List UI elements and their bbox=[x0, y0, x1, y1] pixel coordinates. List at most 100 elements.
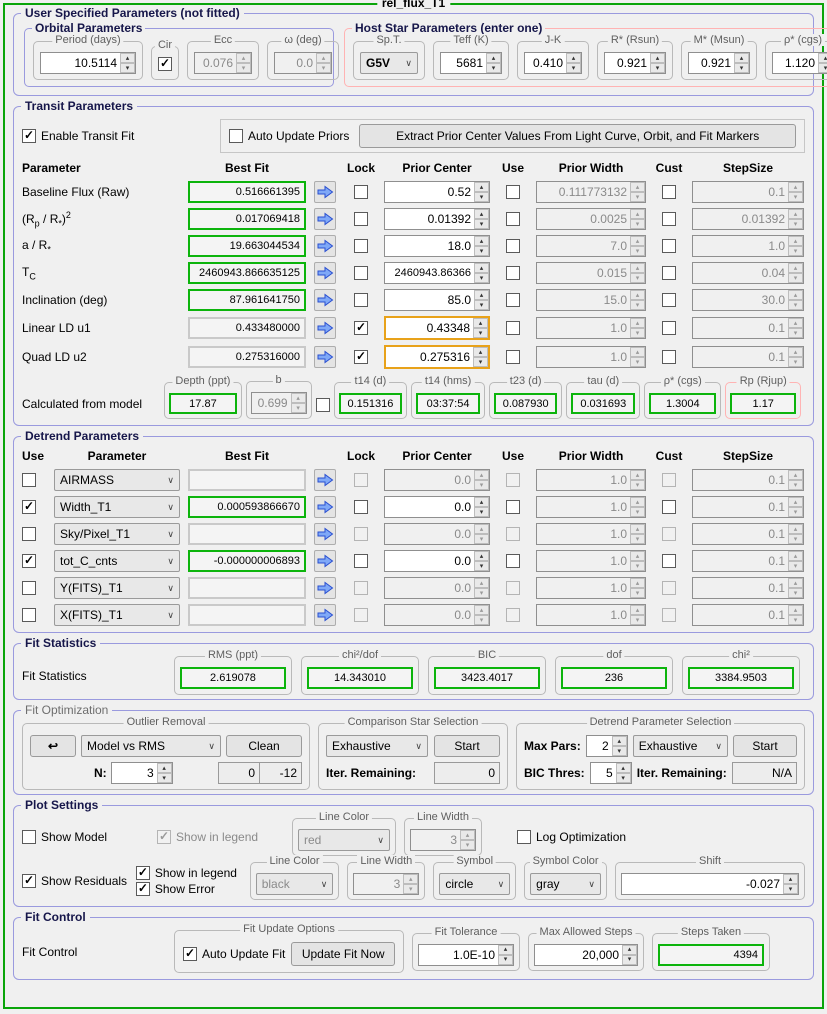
prior-center-spinner[interactable]: ▴▾ bbox=[384, 235, 490, 257]
prior-center-input[interactable] bbox=[385, 236, 474, 256]
lock-checkbox[interactable] bbox=[354, 212, 368, 226]
update-fit-now-button[interactable]: Update Fit Now bbox=[291, 942, 395, 966]
show-model-checkbox[interactable] bbox=[22, 830, 36, 844]
spin-up-icon[interactable]: ▴ bbox=[498, 944, 513, 955]
spin-down-icon[interactable]: ▾ bbox=[498, 954, 513, 965]
spin-up-icon[interactable]: ▴ bbox=[474, 551, 489, 561]
detrend-parameter-dropdown[interactable]: tot_C_cnts ∨ bbox=[54, 550, 180, 572]
spin-up-icon[interactable]: ▴ bbox=[473, 347, 488, 357]
copy-best-fit-to-prior-button[interactable] bbox=[314, 235, 336, 257]
spin-down-icon[interactable]: ▾ bbox=[156, 773, 172, 783]
spin-up-icon[interactable]: ▴ bbox=[486, 53, 501, 63]
extract-prior-center-button[interactable]: Extract Prior Center Values From Light C… bbox=[359, 124, 796, 148]
prior-center-spinner[interactable]: ▴▾ bbox=[384, 345, 490, 369]
prior-center-spinner[interactable]: ▴▾ bbox=[384, 550, 490, 572]
teff-spinner[interactable]: ▴▾ bbox=[440, 52, 502, 74]
comparison-start-button[interactable]: Start bbox=[434, 735, 500, 757]
clean-button[interactable]: Clean bbox=[226, 735, 302, 757]
copy-best-fit-to-prior-button[interactable] bbox=[314, 496, 336, 518]
prior-center-input[interactable] bbox=[385, 182, 474, 202]
rho-star-spinner[interactable]: ▴▾ bbox=[772, 52, 827, 74]
lock-checkbox[interactable] bbox=[354, 321, 368, 335]
symbol-color-dropdown[interactable]: gray ∨ bbox=[530, 873, 601, 895]
spin-down-icon[interactable]: ▾ bbox=[566, 63, 581, 73]
auto-update-fit-checkbox[interactable] bbox=[183, 947, 197, 961]
spin-up-icon[interactable]: ▴ bbox=[474, 182, 489, 192]
spin-up-icon[interactable]: ▴ bbox=[474, 290, 489, 300]
detrend-selection-start-button[interactable]: Start bbox=[733, 735, 797, 757]
cust-checkbox[interactable] bbox=[662, 500, 676, 514]
teff-input[interactable] bbox=[441, 53, 486, 73]
auto-update-fit[interactable]: Auto Update Fit bbox=[183, 947, 285, 961]
rstar-input[interactable] bbox=[605, 53, 650, 73]
use-detrend-checkbox[interactable] bbox=[22, 500, 36, 514]
max-pars-input[interactable] bbox=[586, 736, 612, 756]
use-prior-checkbox[interactable] bbox=[506, 293, 520, 307]
copy-best-fit-to-prior-button[interactable] bbox=[314, 577, 336, 599]
n-input[interactable] bbox=[111, 763, 157, 783]
use-prior-checkbox[interactable] bbox=[506, 239, 520, 253]
spin-up-icon[interactable]: ▴ bbox=[615, 763, 631, 773]
spin-down-icon[interactable]: ▾ bbox=[474, 300, 489, 310]
spin-down-icon[interactable]: ▾ bbox=[473, 357, 488, 367]
use-detrend-checkbox[interactable] bbox=[22, 581, 36, 595]
prior-center-input[interactable] bbox=[386, 347, 473, 367]
lock-checkbox[interactable] bbox=[354, 350, 368, 364]
jk-input[interactable] bbox=[525, 53, 566, 73]
log-optimization-checkbox[interactable] bbox=[517, 830, 531, 844]
cust-checkbox[interactable] bbox=[662, 350, 676, 364]
cust-checkbox[interactable] bbox=[662, 321, 676, 335]
copy-best-fit-to-prior-button[interactable] bbox=[314, 317, 336, 339]
use-detrend-checkbox[interactable] bbox=[22, 473, 36, 487]
bic-thres-input[interactable] bbox=[590, 763, 616, 783]
spin-down-icon[interactable]: ▾ bbox=[615, 773, 631, 783]
symbol-dropdown[interactable]: circle ∨ bbox=[439, 873, 511, 895]
detrend-parameter-dropdown[interactable]: Y(FITS)_T1 ∨ bbox=[54, 577, 180, 599]
mstar-spinner[interactable]: ▴▾ bbox=[688, 52, 750, 74]
prior-center-spinner[interactable]: ▴▾ bbox=[384, 289, 490, 311]
copy-best-fit-to-prior-button[interactable] bbox=[314, 550, 336, 572]
spin-up-icon[interactable]: ▴ bbox=[611, 736, 627, 746]
spin-down-icon[interactable]: ▾ bbox=[474, 507, 489, 517]
copy-best-fit-to-prior-button[interactable] bbox=[314, 604, 336, 626]
outlier-method-dropdown[interactable]: Model vs RMS ∨ bbox=[81, 735, 221, 757]
show-error[interactable]: Show Error bbox=[135, 882, 250, 896]
enable-transit-fit-checkbox[interactable] bbox=[22, 129, 36, 143]
lock-checkbox[interactable] bbox=[354, 500, 368, 514]
spin-up-icon[interactable]: ▴ bbox=[818, 53, 827, 63]
use-prior-checkbox[interactable] bbox=[506, 185, 520, 199]
spin-down-icon[interactable]: ▾ bbox=[474, 192, 489, 202]
spin-down-icon[interactable]: ▾ bbox=[474, 561, 489, 571]
copy-best-fit-to-prior-button[interactable] bbox=[314, 346, 336, 368]
residuals-show-in-legend-checkbox[interactable] bbox=[135, 866, 150, 880]
copy-best-fit-to-prior-button[interactable] bbox=[314, 469, 336, 491]
max-allowed-steps-input[interactable] bbox=[535, 944, 622, 965]
spin-down-icon[interactable]: ▾ bbox=[474, 273, 489, 283]
spin-up-icon[interactable]: ▴ bbox=[474, 263, 489, 273]
period-input[interactable] bbox=[41, 53, 120, 73]
spin-down-icon[interactable]: ▾ bbox=[474, 219, 489, 229]
n-spinner[interactable]: ▴▾ bbox=[110, 762, 173, 784]
cust-checkbox[interactable] bbox=[662, 212, 676, 226]
spin-up-icon[interactable]: ▴ bbox=[622, 944, 637, 955]
lock-checkbox[interactable] bbox=[354, 293, 368, 307]
max-allowed-steps-spinner[interactable]: ▴▾ bbox=[534, 943, 638, 966]
spectral-type-dropdown[interactable]: G5V ∨ bbox=[360, 52, 418, 74]
undo-outlier-removal-button[interactable]: ↩ bbox=[30, 735, 76, 757]
bic-thres-spinner[interactable]: ▴▾ bbox=[589, 762, 632, 784]
prior-center-input[interactable] bbox=[385, 209, 474, 229]
spin-up-icon[interactable]: ▴ bbox=[474, 236, 489, 246]
prior-center-input[interactable] bbox=[385, 551, 474, 571]
rho-star-input[interactable] bbox=[773, 53, 818, 73]
fit-tolerance-spinner[interactable]: ▴▾ bbox=[418, 943, 514, 966]
prior-center-spinner[interactable]: ▴▾ bbox=[384, 181, 490, 203]
prior-center-spinner[interactable]: ▴▾ bbox=[384, 496, 490, 518]
fit-tolerance-input[interactable] bbox=[419, 944, 498, 965]
use-prior-checkbox[interactable] bbox=[506, 266, 520, 280]
spin-up-icon[interactable]: ▴ bbox=[650, 53, 665, 63]
spin-down-icon[interactable]: ▾ bbox=[650, 63, 665, 73]
cust-checkbox[interactable] bbox=[662, 554, 676, 568]
show-model[interactable]: Show Model bbox=[22, 830, 157, 844]
show-error-checkbox[interactable] bbox=[135, 882, 150, 896]
spin-down-icon[interactable]: ▾ bbox=[734, 63, 749, 73]
